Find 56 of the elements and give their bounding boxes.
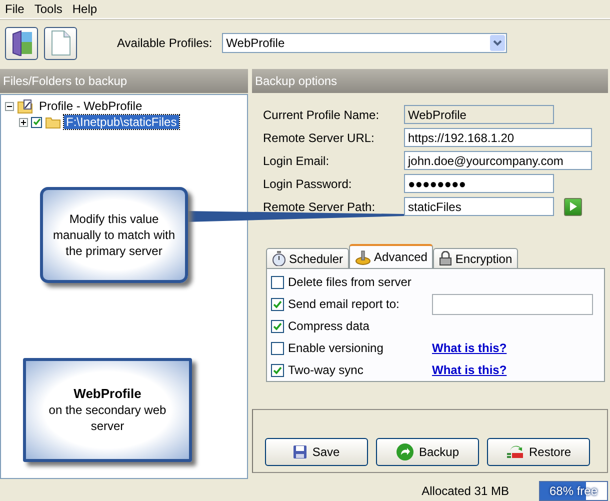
menu-item[interactable]: File: [2, 2, 28, 16]
checkbox[interactable]: [271, 320, 284, 332]
tab[interactable]: Scheduler: [266, 248, 350, 268]
text-field[interactable]: staticFiles: [404, 197, 554, 216]
play-button[interactable]: [564, 198, 582, 216]
menu-item[interactable]: Help: [69, 2, 100, 16]
field-label: Login Email:: [263, 154, 330, 168]
menu-item[interactable]: Tools: [31, 2, 66, 16]
email-field[interactable]: [432, 294, 593, 314]
tab[interactable]: Advanced: [349, 244, 434, 268]
new-profile-button[interactable]: [44, 26, 77, 60]
callout-text: Modify this value manually to match with the primary server: [52, 211, 176, 259]
profiles-label: Available Profiles:: [117, 36, 212, 50]
checkbox-label: Compress data: [288, 319, 370, 333]
callout-title: WebProfile: [74, 386, 142, 402]
checkbox-label: Two-way sync: [288, 363, 364, 377]
open-profile-button[interactable]: [5, 26, 38, 60]
field-label: Current Profile Name:: [263, 108, 380, 122]
checkbox[interactable]: [271, 276, 284, 288]
profile-icon: [17, 98, 34, 114]
text-field[interactable]: https://192.168.1.20: [404, 128, 592, 147]
lock-icon: [439, 251, 452, 266]
door-icon: [10, 30, 32, 56]
chevron-down-icon: [493, 40, 502, 46]
action-button[interactable]: Restore: [487, 438, 590, 466]
tree-item[interactable]: F:\Inetpub\staticFiles: [64, 115, 179, 129]
field-label: Remote Server URL:: [263, 130, 376, 144]
help-link[interactable]: What is this?: [432, 341, 507, 355]
checkbox[interactable]: [271, 298, 284, 310]
checkbox[interactable]: [271, 364, 284, 376]
restore-icon: [506, 444, 524, 460]
checkbox[interactable]: [271, 342, 284, 354]
checkbox-label: Enable versioning: [288, 341, 384, 355]
tree-item[interactable]: Profile - WebProfile: [37, 99, 144, 113]
folder-icon: [45, 116, 61, 128]
allocated-memory: Allocated 31 MB: [422, 484, 509, 498]
field-label: Remote Server Path:: [263, 200, 376, 214]
stopwatch-icon: [272, 251, 286, 266]
action-button[interactable]: Save: [265, 438, 368, 466]
panel-header: Files/Folders to backup: [0, 69, 248, 93]
checkbox-label: Send email report to:: [288, 297, 400, 311]
field-label: Login Password:: [263, 176, 353, 190]
minus-icon[interactable]: [5, 102, 14, 110]
play-icon: [569, 202, 577, 211]
action-button[interactable]: Backup: [376, 438, 479, 466]
plus-icon[interactable]: [19, 118, 28, 126]
profile-dropdown[interactable]: WebProfile: [222, 33, 508, 53]
checkbox[interactable]: [31, 116, 42, 128]
blank-page-icon: [50, 30, 70, 56]
checkbox-label: Delete files from server: [288, 275, 412, 289]
tab[interactable]: Encryption: [433, 248, 518, 268]
panel-header: Backup options: [252, 69, 608, 93]
help-link[interactable]: What is this?: [432, 363, 507, 377]
callout-text: on the secondary web server: [48, 402, 168, 434]
text-field[interactable]: john.doe@yourcompany.com: [404, 151, 592, 170]
text-field[interactable]: ●●●●●●●●: [404, 174, 554, 193]
